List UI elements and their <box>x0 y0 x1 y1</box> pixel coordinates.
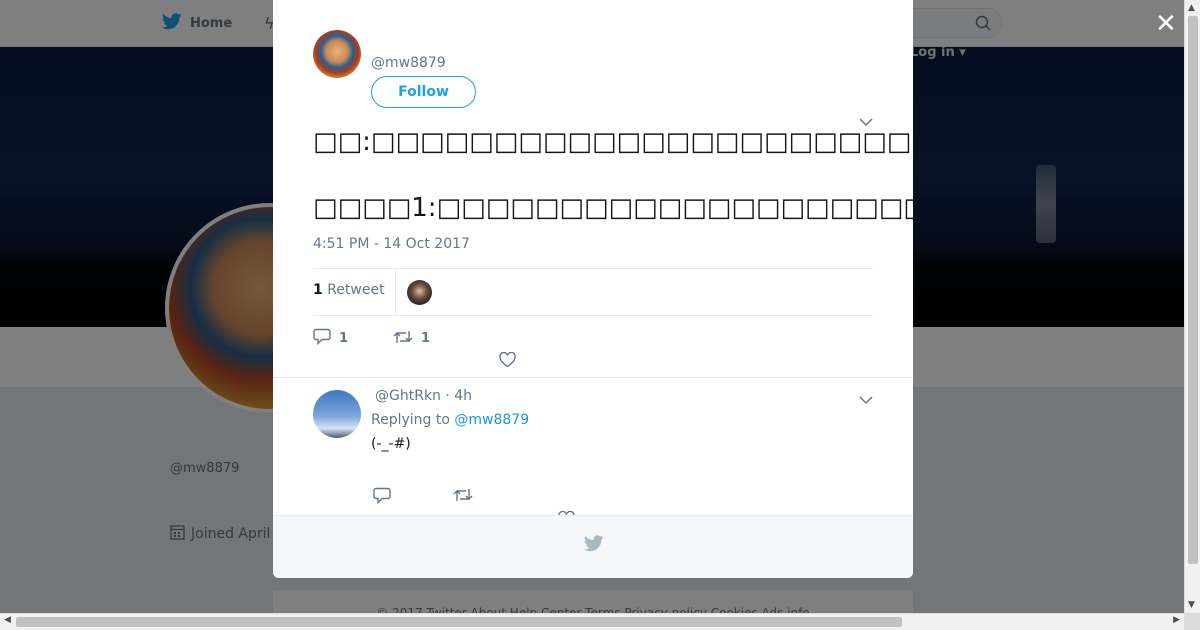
like-button[interactable] <box>499 351 516 372</box>
retweet-button[interactable]: 1 <box>393 328 430 349</box>
tweet-actions: 1 1 <box>313 328 430 349</box>
reply-retweet-icon[interactable] <box>453 487 473 507</box>
tweet-timestamp[interactable]: 4:51 PM - 14 Oct 2017 <box>313 236 470 252</box>
tweet-modal: @mw8879 Follow □□:□□□□□□□□□□□□□□□□□□□□□□… <box>273 0 913 578</box>
heart-icon <box>499 351 516 372</box>
retweet-stat-label: Retweet <box>327 282 385 298</box>
reply-handle-time[interactable]: @GhtRkn · 4h <box>375 388 472 404</box>
tweet-stats: 1 Retweet <box>313 268 873 316</box>
retweet-stat-count: 1 <box>313 282 323 298</box>
author-handle[interactable]: @mw8879 <box>371 55 446 71</box>
tweet-text-line-2: □□□□1:□□□□□□□□□□□□□□□□□□□□□23□□□□□□□□□□□… <box>313 193 913 223</box>
modal-footer <box>273 515 913 578</box>
tweet-text-line-1: □□:□□□□□□□□□□□□□□□□□□□□□□□□□□□□□□□□□□□□□… <box>313 127 913 157</box>
reply-divider <box>273 377 913 378</box>
replying-to-link[interactable]: @mw8879 <box>454 412 529 428</box>
scroll-down-arrow-icon[interactable]: ▼ <box>1188 600 1195 610</box>
reply-reply-icon[interactable] <box>373 487 391 508</box>
reply-button[interactable]: 1 <box>313 328 393 349</box>
reply-text: (-_-#) <box>371 436 411 452</box>
scrollbar-corner <box>1184 613 1200 630</box>
scroll-right-arrow-icon[interactable]: ▶ <box>1173 615 1180 625</box>
reply-author-avatar[interactable] <box>313 390 361 438</box>
replying-to-prefix: Replying to <box>371 412 450 428</box>
retweet-icon <box>393 329 413 349</box>
follow-button[interactable]: Follow <box>371 76 476 108</box>
reply-count: 1 <box>339 331 349 346</box>
replying-to: Replying to @mw8879 <box>371 412 529 428</box>
retweet-count: 1 <box>421 331 431 346</box>
stats-divider <box>395 269 396 315</box>
twitter-bird-icon <box>583 535 604 556</box>
vertical-scrollbar[interactable]: ▲ ▼ <box>1184 0 1200 613</box>
author-avatar[interactable] <box>313 30 361 78</box>
horizontal-scroll-thumb[interactable] <box>16 617 902 627</box>
vertical-scroll-thumb[interactable] <box>1188 16 1198 564</box>
scroll-up-arrow-icon[interactable]: ▲ <box>1188 3 1195 13</box>
retweeter-avatar[interactable] <box>407 280 432 305</box>
scroll-left-arrow-icon[interactable]: ◀ <box>4 615 11 625</box>
horizontal-scrollbar[interactable]: ◀ ▶ <box>0 613 1184 630</box>
close-icon[interactable]: ✕ <box>1155 11 1177 37</box>
reply-icon <box>313 328 331 349</box>
reply-chevron-down-icon[interactable] <box>859 390 873 409</box>
retweet-stat[interactable]: 1 Retweet <box>313 282 385 298</box>
